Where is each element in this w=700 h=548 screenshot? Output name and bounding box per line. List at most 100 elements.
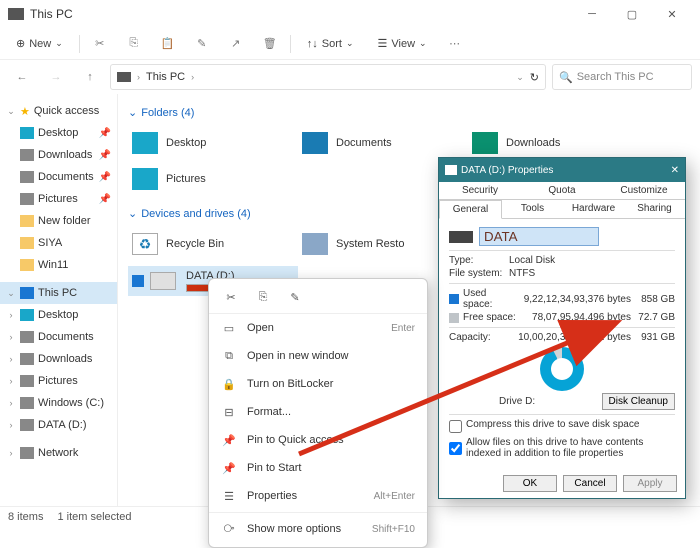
copy-icon[interactable]: ⎘ <box>249 285 277 309</box>
paste-icon[interactable]: 📋 <box>156 32 180 56</box>
usage-donut <box>540 347 584 391</box>
cap-bytes: 10,00,20,30,87,872 bytes <box>517 332 635 343</box>
sidebar-item-siya[interactable]: SIYA <box>0 232 117 254</box>
sidebar-item-windows-c[interactable]: ›Windows (C:) <box>0 392 117 414</box>
label: SIYA <box>38 237 62 249</box>
sidebar-item-network[interactable]: ›Network <box>0 442 117 464</box>
pictures-icon <box>20 193 34 205</box>
sidebar-item-pictures[interactable]: Pictures📌 <box>0 188 117 210</box>
thispc-icon <box>117 72 131 82</box>
sidebar-item-pictures2[interactable]: ›Pictures <box>0 370 117 392</box>
rename-icon[interactable]: ✎ <box>281 285 309 309</box>
pictures-icon <box>132 168 158 190</box>
folder-documents[interactable]: Documents <box>298 125 468 161</box>
menu-open-new[interactable]: ⧉Open in new window <box>209 342 427 370</box>
label: System Resto <box>336 238 404 250</box>
cut-icon[interactable]: ✂ <box>88 32 112 56</box>
index-row[interactable]: Allow files on this drive to have conten… <box>449 437 675 459</box>
sidebar: ⌄★Quick access Desktop📌 Downloads📌 Docum… <box>0 94 118 506</box>
documents-icon <box>20 171 34 183</box>
menu-pin-start[interactable]: 📌Pin to Start <box>209 454 427 482</box>
forward-button[interactable]: → <box>42 63 70 91</box>
cap-label: Capacity: <box>449 332 517 343</box>
menu-more[interactable]: ⧂Show more optionsShift+F10 <box>209 515 427 543</box>
sidebar-item-thispc[interactable]: ⌄This PC <box>0 282 117 304</box>
more-icon[interactable]: ⋯ <box>443 32 467 56</box>
sidebar-item-downloads2[interactable]: ›Downloads <box>0 348 117 370</box>
compress-checkbox[interactable] <box>449 420 462 433</box>
star-icon: ★ <box>20 105 30 118</box>
apply-button[interactable]: Apply <box>623 475 677 492</box>
tab-security[interactable]: Security <box>439 182 521 199</box>
search-input[interactable]: 🔍 Search This PC <box>552 64 692 90</box>
breadcrumb[interactable]: This PC <box>146 71 185 83</box>
tab-quota[interactable]: Quota <box>521 182 603 199</box>
sidebar-item-quick[interactable]: ⌄★Quick access <box>0 100 117 122</box>
sidebar-item-win11[interactable]: Win11 <box>0 254 117 276</box>
label: Pictures <box>166 173 206 185</box>
drive-icon <box>20 397 34 409</box>
refresh-icon[interactable]: ↻ <box>530 71 539 84</box>
chevron-down-icon[interactable]: ⌄ <box>516 72 524 83</box>
sort-button[interactable]: ↑↓ Sort ⌄ <box>299 34 362 54</box>
desktop-icon <box>20 309 34 321</box>
tab-sharing[interactable]: Sharing <box>624 200 685 218</box>
menu-open[interactable]: ▭OpenEnter <box>209 314 427 342</box>
label: This PC <box>38 287 77 299</box>
sidebar-item-documents[interactable]: Documents📌 <box>0 166 117 188</box>
cut-icon[interactable]: ✂ <box>217 285 245 309</box>
maximize-button[interactable]: ▢ <box>612 0 652 28</box>
folder-icon <box>20 259 34 271</box>
ok-button[interactable]: OK <box>503 475 557 492</box>
folder-pictures[interactable]: Pictures <box>128 161 298 197</box>
compress-row[interactable]: Compress this drive to save disk space <box>449 419 675 433</box>
search-icon: 🔍 <box>559 71 573 84</box>
label: Open in new window <box>247 350 349 362</box>
view-button[interactable]: ☰ View ⌄ <box>370 33 435 54</box>
close-button[interactable]: ✕ <box>652 0 692 28</box>
back-button[interactable]: ← <box>8 63 36 91</box>
drive-recycle[interactable]: Recycle Bin <box>128 226 298 262</box>
delete-icon[interactable]: 🗑 <box>258 32 282 56</box>
tab-general[interactable]: General <box>439 200 502 219</box>
sidebar-item-downloads[interactable]: Downloads📌 <box>0 144 117 166</box>
index-checkbox[interactable] <box>449 438 462 459</box>
menu-pin-quick[interactable]: 📌Pin to Quick access <box>209 426 427 454</box>
sidebar-item-desktop2[interactable]: ›Desktop <box>0 304 117 326</box>
checkbox-checked-icon[interactable] <box>132 275 144 287</box>
sidebar-item-documents2[interactable]: ›Documents <box>0 326 117 348</box>
folder-desktop[interactable]: Desktop <box>128 125 298 161</box>
hint: Shift+F10 <box>372 524 415 535</box>
rename-icon[interactable]: ✎ <box>190 32 214 56</box>
share-icon[interactable]: ↗ <box>224 32 248 56</box>
address-bar[interactable]: › This PC › ⌄ ↻ <box>110 64 546 90</box>
minimize-button[interactable]: ─ <box>572 0 612 28</box>
label: Quick access <box>34 105 99 117</box>
new-button[interactable]: ⊕ New ⌄ <box>8 33 71 54</box>
label: Folders (4) <box>141 107 194 119</box>
sidebar-item-newfolder[interactable]: New folder <box>0 210 117 232</box>
label: DATA (D:) <box>38 419 86 431</box>
menu-bitlocker[interactable]: 🔒Turn on BitLocker <box>209 370 427 398</box>
section-folders[interactable]: Folders (4) <box>128 106 690 119</box>
tab-tools[interactable]: Tools <box>502 200 563 218</box>
menu-properties[interactable]: ☰PropertiesAlt+Enter <box>209 482 427 510</box>
copy-icon[interactable]: ⎘ <box>122 32 146 56</box>
disk-cleanup-button[interactable]: Disk Cleanup <box>602 393 675 410</box>
up-button[interactable]: ↑ <box>76 63 104 91</box>
dialog-titlebar[interactable]: DATA (D:) Properties ✕ <box>439 158 685 182</box>
menu-format[interactable]: ⊟Format... <box>209 398 427 426</box>
sort-icon: ↑↓ <box>307 38 318 50</box>
pin-icon: 📌 <box>99 194 111 205</box>
label: Turn on BitLocker <box>247 378 333 390</box>
tab-customize[interactable]: Customize <box>603 182 685 199</box>
sidebar-item-data-d[interactable]: ›DATA (D:) <box>0 414 117 436</box>
open-icon: ▭ <box>221 322 237 335</box>
hint: Enter <box>391 323 415 334</box>
drive-name-input[interactable] <box>479 227 599 246</box>
tab-hardware[interactable]: Hardware <box>563 200 624 218</box>
sidebar-item-desktop[interactable]: Desktop📌 <box>0 122 117 144</box>
close-icon[interactable]: ✕ <box>671 165 679 176</box>
cancel-button[interactable]: Cancel <box>563 475 617 492</box>
folder-downloads[interactable]: Downloads <box>468 125 638 161</box>
